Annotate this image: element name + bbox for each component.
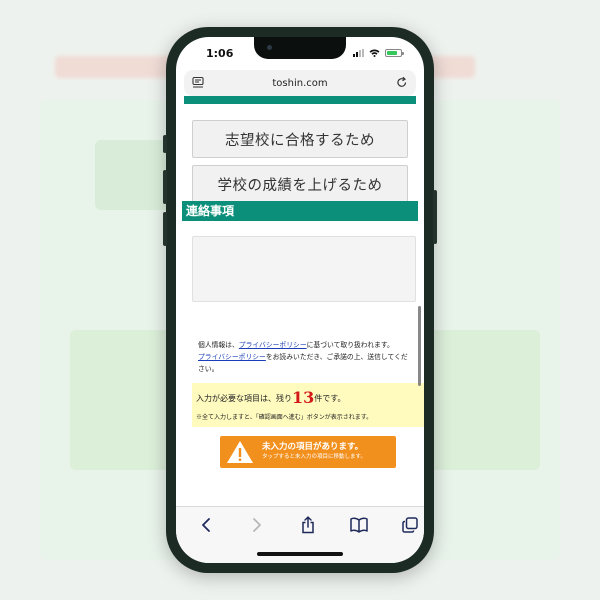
back-arrow-icon[interactable]: [197, 516, 215, 534]
choice-button-improve-grades[interactable]: 学校の成績を上げるため: [192, 165, 408, 203]
address-bar[interactable]: toshin.com: [184, 70, 416, 96]
power-button: [433, 190, 437, 244]
volume-up-button: [163, 170, 167, 204]
url-text: toshin.com: [272, 77, 328, 89]
page-menu-icon[interactable]: [192, 76, 204, 89]
privacy-text: 個人情報は、: [198, 341, 239, 349]
remaining-fields-note: ※全て入力しますと、「確認画面へ進む」ボタンが表示されます。: [196, 414, 373, 421]
missing-fields-title: 未入力の項目があります。: [262, 442, 364, 452]
remaining-suffix: 件です。: [314, 394, 346, 403]
scrollbar[interactable]: [418, 306, 421, 386]
remaining-label: 入力が必要な項目は、残り: [196, 394, 292, 403]
phone-frame: 1:06 toshin.com 志望校に合格するため 学校の成績を上げるため 連…: [163, 27, 437, 573]
forward-arrow-icon[interactable]: [248, 516, 266, 534]
tabs-icon[interactable]: [401, 516, 419, 534]
section-header-partial: [184, 96, 416, 104]
battery-icon: [385, 49, 404, 57]
status-icons: [353, 49, 404, 57]
privacy-text: に基づいて取り扱われます。: [306, 341, 394, 349]
contact-notes-textarea[interactable]: [192, 236, 416, 302]
remaining-count: 13: [292, 388, 315, 407]
privacy-notice: 個人情報は、プライバシーポリシーに基づいて取り扱われます。 プライバシーポリシーを…: [198, 339, 412, 375]
phone-screen: 1:06 toshin.com 志望校に合格するため 学校の成績を上げるため 連…: [176, 37, 424, 563]
home-indicator[interactable]: [257, 552, 343, 556]
cellular-signal-icon: [353, 49, 364, 57]
browser-toolbar: [176, 506, 424, 563]
camera-notch: [254, 37, 346, 59]
privacy-policy-link[interactable]: プライバシーポリシー: [198, 353, 266, 361]
web-page: 志望校に合格するため 学校の成績を上げるため 連絡事項 個人情報は、プライバシー…: [176, 96, 424, 506]
remaining-fields-line: 入力が必要な項目は、残り13件です。: [196, 388, 345, 407]
missing-fields-subtitle: タップすると未入力の項目に移動します。: [262, 454, 366, 460]
remaining-fields-notice: 入力が必要な項目は、残り13件です。 ※全て入力しますと、「確認画面へ進む」ボタ…: [192, 383, 424, 427]
missing-fields-button[interactable]: 未入力の項目があります。 タップすると未入力の項目に移動します。: [220, 436, 396, 468]
mute-switch: [163, 135, 167, 153]
contact-section-header: 連絡事項: [182, 201, 418, 221]
wifi-icon: [369, 49, 380, 57]
camera-icon: [267, 45, 272, 50]
privacy-policy-link[interactable]: プライバシーポリシー: [239, 341, 307, 349]
share-icon[interactable]: [299, 516, 317, 534]
status-time: 1:06: [206, 47, 234, 60]
bookmarks-icon[interactable]: [350, 516, 368, 534]
battery-level-fill: [387, 51, 397, 55]
warning-icon: [227, 441, 253, 463]
choice-button-pass-target-school[interactable]: 志望校に合格するため: [192, 120, 408, 158]
volume-down-button: [163, 212, 167, 246]
reload-icon[interactable]: [396, 76, 408, 89]
